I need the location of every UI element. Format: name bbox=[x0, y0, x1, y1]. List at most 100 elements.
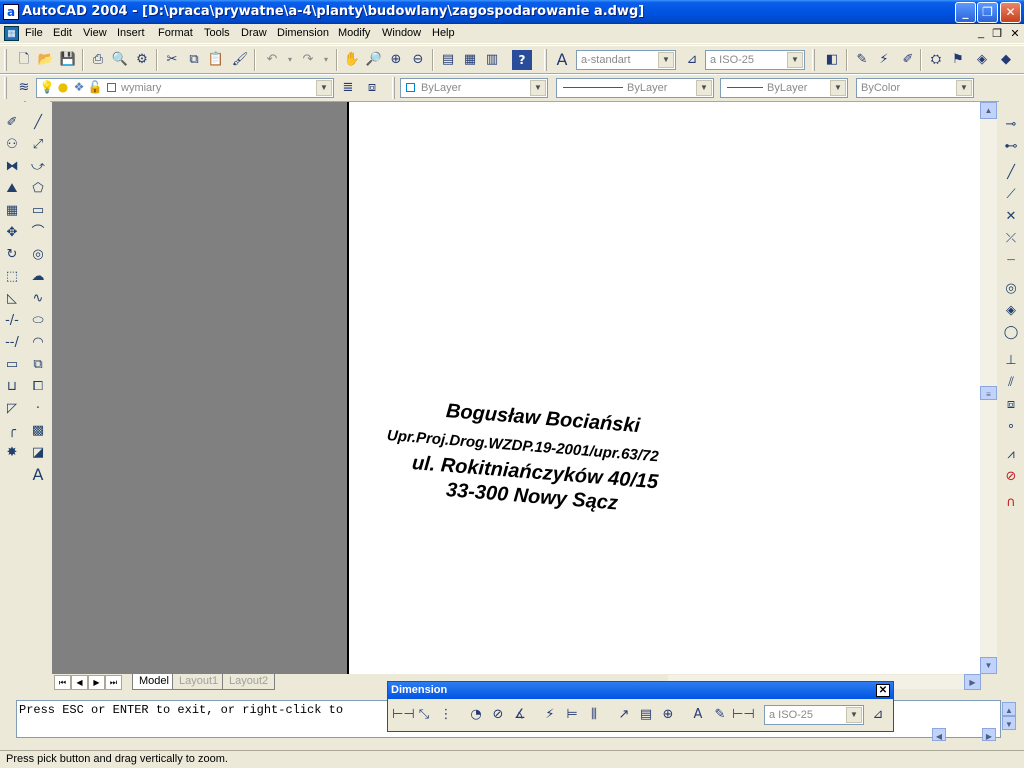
paste-icon[interactable]: 📋 bbox=[206, 50, 226, 70]
revision-cloud-icon[interactable]: ☁ bbox=[27, 266, 49, 288]
array-icon[interactable]: ▦ bbox=[1, 200, 23, 222]
menu-edit[interactable]: Edit bbox=[53, 27, 72, 39]
snap-perpendicular-icon[interactable]: ⊥ bbox=[1000, 350, 1022, 372]
sun-icon[interactable]: ● bbox=[55, 79, 71, 95]
menu-dimension[interactable]: Dimension bbox=[277, 27, 329, 39]
command-scroll-right-button[interactable]: ▶ bbox=[982, 728, 996, 741]
vertical-scrollbar[interactable]: ▲ ≡ ▼ bbox=[980, 102, 997, 674]
toolbar-grip[interactable] bbox=[812, 49, 815, 71]
maximize-button[interactable]: ❐ bbox=[977, 2, 998, 23]
block-attribute-icon[interactable]: ⛭ bbox=[926, 50, 946, 70]
autocad-app-icon[interactable]: a bbox=[3, 4, 19, 20]
extend-icon[interactable]: --/ bbox=[1, 332, 23, 354]
toolbar-grip[interactable] bbox=[4, 77, 7, 99]
snap-node-icon[interactable]: ∘ bbox=[1000, 416, 1022, 438]
mirror-icon[interactable]: ⧓ bbox=[1, 156, 23, 178]
undo-icon[interactable]: ↶ bbox=[262, 50, 282, 70]
radius-dimension-icon[interactable]: ◔ bbox=[466, 705, 486, 725]
menu-file[interactable]: File bbox=[25, 27, 43, 39]
circle-icon[interactable]: ◎ bbox=[27, 244, 49, 266]
refedit-icon[interactable]: ⚑ bbox=[948, 50, 968, 70]
plotstyle-select[interactable]: ByColor ▼ bbox=[856, 78, 974, 98]
quick-leader-icon[interactable]: ↗ bbox=[614, 705, 634, 725]
redo-dropdown-icon[interactable]: ▾ bbox=[316, 50, 336, 70]
command-scroll-up-button[interactable]: ▲ bbox=[1002, 702, 1016, 716]
menu-draw[interactable]: Draw bbox=[241, 27, 267, 39]
chamfer-icon[interactable]: ◸ bbox=[1, 398, 23, 420]
ellipse-arc-icon[interactable]: ◠ bbox=[27, 332, 49, 354]
dimension-toolbar-title[interactable]: Dimension ✕ bbox=[388, 682, 893, 699]
angular-dimension-icon[interactable]: ∡ bbox=[510, 705, 530, 725]
undo-dropdown-icon[interactable]: ▾ bbox=[280, 50, 300, 70]
zoom-window-icon[interactable]: ⊕ bbox=[386, 50, 406, 70]
stretch-icon[interactable]: ◺ bbox=[1, 288, 23, 310]
chevron-down-icon[interactable]: ▼ bbox=[696, 80, 712, 96]
snap-center-icon[interactable]: ◎ bbox=[1000, 278, 1022, 300]
plot-icon[interactable]: ⎙ bbox=[88, 50, 108, 70]
scroll-down-button[interactable]: ▼ bbox=[980, 657, 997, 674]
linetype-select[interactable]: ByLayer ▼ bbox=[556, 78, 714, 98]
match-properties-icon[interactable]: 🖌 bbox=[230, 50, 250, 70]
dimension-edit-icon[interactable]: A bbox=[688, 705, 708, 725]
polyline-icon[interactable]: ⤻ bbox=[27, 156, 49, 178]
chevron-down-icon[interactable]: ▼ bbox=[956, 80, 972, 96]
osnap-settings-icon[interactable]: ∩ bbox=[1000, 492, 1022, 514]
dimension-update-icon[interactable]: ⊢⊣ bbox=[732, 705, 755, 725]
menu-help[interactable]: Help bbox=[432, 27, 455, 39]
sync-attributes-icon[interactable]: ◆ bbox=[996, 50, 1016, 70]
menu-tools[interactable]: Tools bbox=[204, 27, 230, 39]
snap-nearest-icon[interactable]: ⩘ bbox=[1000, 444, 1022, 466]
dimension-toolbar-style-select[interactable]: a ISO-25 ▼ bbox=[764, 705, 864, 725]
baseline-dimension-icon[interactable]: ⊨ bbox=[562, 705, 582, 725]
help-icon[interactable]: ? bbox=[512, 50, 532, 70]
chevron-down-icon[interactable]: ▼ bbox=[658, 52, 674, 68]
make-object-layer-current-icon[interactable]: ≣ bbox=[338, 78, 358, 98]
properties-icon[interactable]: ▤ bbox=[438, 50, 458, 70]
tool-palettes-icon[interactable]: ▥ bbox=[482, 50, 502, 70]
scroll-up-button[interactable]: ▲ bbox=[980, 102, 997, 119]
lock-icon[interactable]: 🔓 bbox=[87, 79, 103, 95]
snap-tangent-icon[interactable]: ◯ bbox=[1000, 322, 1022, 344]
pan-realtime-icon[interactable]: ✋ bbox=[342, 50, 362, 70]
new-file-icon[interactable]: 🗋 bbox=[14, 50, 34, 70]
aligned-dimension-icon[interactable]: ⤡ bbox=[414, 705, 434, 725]
point-icon[interactable]: · bbox=[27, 398, 49, 420]
snap-endpoint-icon[interactable]: ╱ bbox=[1000, 162, 1022, 184]
arc-icon[interactable]: ⌒ bbox=[27, 222, 49, 244]
move-icon[interactable]: ✥ bbox=[1, 222, 23, 244]
paper-sheet[interactable]: Bogusław Bociański Upr.Proj.Drog.WZDP.19… bbox=[347, 102, 980, 674]
menu-modify[interactable]: Modify bbox=[338, 27, 370, 39]
linear-dimension-icon[interactable]: ⊢⊣ bbox=[392, 705, 415, 725]
insert-block-icon[interactable]: ⧉ bbox=[27, 354, 49, 376]
layer-select[interactable]: 💡 ● ❖ 🔓 wymiary ▼ bbox=[36, 78, 334, 98]
edit-attribute-icon[interactable]: ✐ bbox=[898, 50, 918, 70]
chevron-down-icon[interactable]: ▼ bbox=[530, 80, 546, 96]
zoom-previous-icon[interactable]: ⊖ bbox=[408, 50, 428, 70]
chevron-down-icon[interactable]: ▼ bbox=[787, 52, 803, 68]
attribute-manager-icon[interactable]: ◈ bbox=[972, 50, 992, 70]
document-icon[interactable]: ▦ bbox=[4, 26, 19, 41]
make-block-icon[interactable]: ⧠ bbox=[27, 376, 49, 398]
tab-model[interactable]: Model bbox=[132, 674, 176, 690]
spline-icon[interactable]: ∿ bbox=[27, 288, 49, 310]
scale-icon[interactable]: ⬚ bbox=[1, 266, 23, 288]
command-scroll-down-button[interactable]: ▼ bbox=[1002, 716, 1016, 730]
close-button[interactable]: ✕ bbox=[1000, 2, 1021, 23]
text-style-select[interactable]: a-standart ▼ bbox=[576, 50, 676, 70]
dimension-text-edit-icon[interactable]: ✎ bbox=[710, 705, 730, 725]
scroll-right-button[interactable]: ▶ bbox=[964, 674, 981, 690]
snap-midpoint-icon[interactable]: ⟋ bbox=[1000, 184, 1022, 206]
menu-insert[interactable]: Insert bbox=[117, 27, 145, 39]
toolbar-grip[interactable] bbox=[392, 77, 395, 99]
region-icon[interactable]: ◪ bbox=[27, 442, 49, 464]
erase-icon[interactable]: ✐ bbox=[1, 112, 23, 134]
ellipse-icon[interactable]: ⬭ bbox=[27, 310, 49, 332]
tolerance-icon[interactable]: ▤ bbox=[636, 705, 656, 725]
rectangle-icon[interactable]: ▭ bbox=[27, 200, 49, 222]
edit-dimension-icon[interactable]: ⚡ bbox=[874, 50, 894, 70]
multiline-text-icon[interactable]: A bbox=[27, 464, 49, 486]
lightbulb-icon[interactable]: 💡 bbox=[39, 79, 55, 95]
line-icon[interactable]: ╱ bbox=[27, 112, 49, 134]
design-center-icon[interactable]: ▦ bbox=[460, 50, 480, 70]
fillet-icon[interactable]: ╭ bbox=[1, 420, 23, 442]
